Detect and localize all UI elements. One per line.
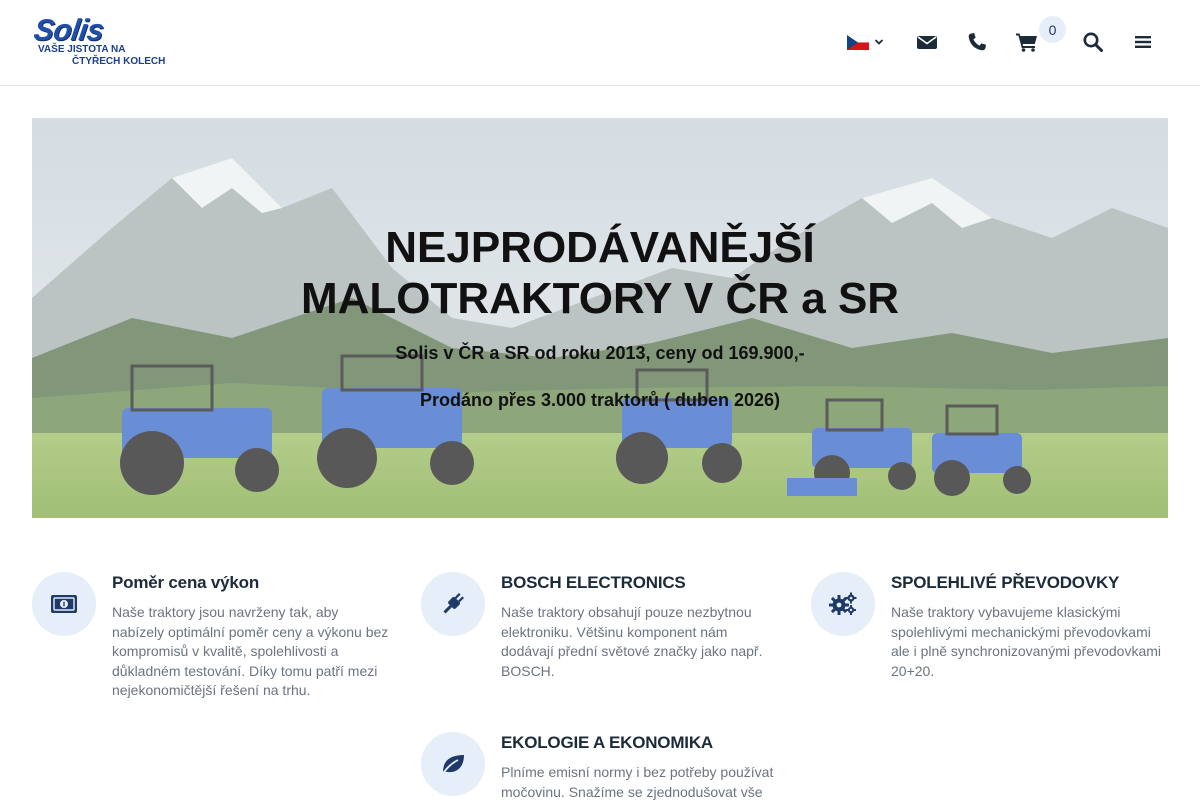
hero-banner: NEJPRODÁVANĚJŠÍ MALOTRAKTORY V ČR a SR S… (32, 118, 1168, 518)
site-header: Solis VAŠE JISTOTA NA ČTYŘECH KOLECH 0 (0, 0, 1200, 86)
logo-tagline-1: VAŠE JISTOTA NA (38, 44, 126, 55)
feature-title: BOSCH ELECTRONICS (501, 573, 686, 592)
phone-icon[interactable] (965, 30, 989, 54)
leaf-icon (421, 732, 485, 796)
plug-icon (421, 572, 485, 636)
feature-text: Naše traktory obsahují pouze nezbytnou e… (501, 604, 763, 679)
feature-title: SPOLEHLIVÉ PŘEVODOVKY (891, 573, 1120, 592)
logo-wordmark: Solis (31, 14, 106, 47)
chevron-down-icon[interactable] (873, 36, 885, 48)
hero-title-line-2: MALOTRAKTORY V ČR a SR (300, 274, 900, 323)
hero-title: NEJPRODÁVANĚJŠÍ MALOTRAKTORY V ČR a SR (32, 222, 1168, 324)
cart-count-badge: 0 (1039, 16, 1066, 43)
search-icon[interactable] (1081, 30, 1105, 54)
envelope-icon[interactable] (915, 30, 939, 54)
cart-icon[interactable] (1015, 30, 1039, 54)
flag-cz-icon[interactable] (847, 35, 869, 50)
logo-tagline-2: ČTYŘECH KOLECH (72, 56, 166, 67)
menu-icon[interactable] (1131, 30, 1155, 54)
feature-title: EKOLOGIE A EKONOMIKA (501, 733, 713, 752)
hero-title-line-1: NEJPRODÁVANĚJŠÍ (385, 223, 815, 272)
feature-text: Naše traktory jsou navrženy tak, aby nab… (112, 604, 389, 698)
feature-text: Naše traktory vybavujeme klasickými spol… (891, 604, 1162, 679)
cogs-icon (811, 572, 875, 636)
solis-logo[interactable]: Solis VAŠE JISTOTA NA ČTYŘECH KOLECH (31, 14, 166, 70)
money-bill-icon (32, 572, 96, 636)
feature-text: Plníme emisní normy i bez potřeby použív… (501, 764, 774, 800)
hero-subtitle-price: Solis v ČR a SR od roku 2013, ceny od 16… (395, 343, 805, 363)
feature-title: Poměr cena výkon (112, 573, 260, 592)
hero-subtitle-sales: Prodáno přes 3.000 traktorů ( duben 2026… (419, 390, 781, 410)
